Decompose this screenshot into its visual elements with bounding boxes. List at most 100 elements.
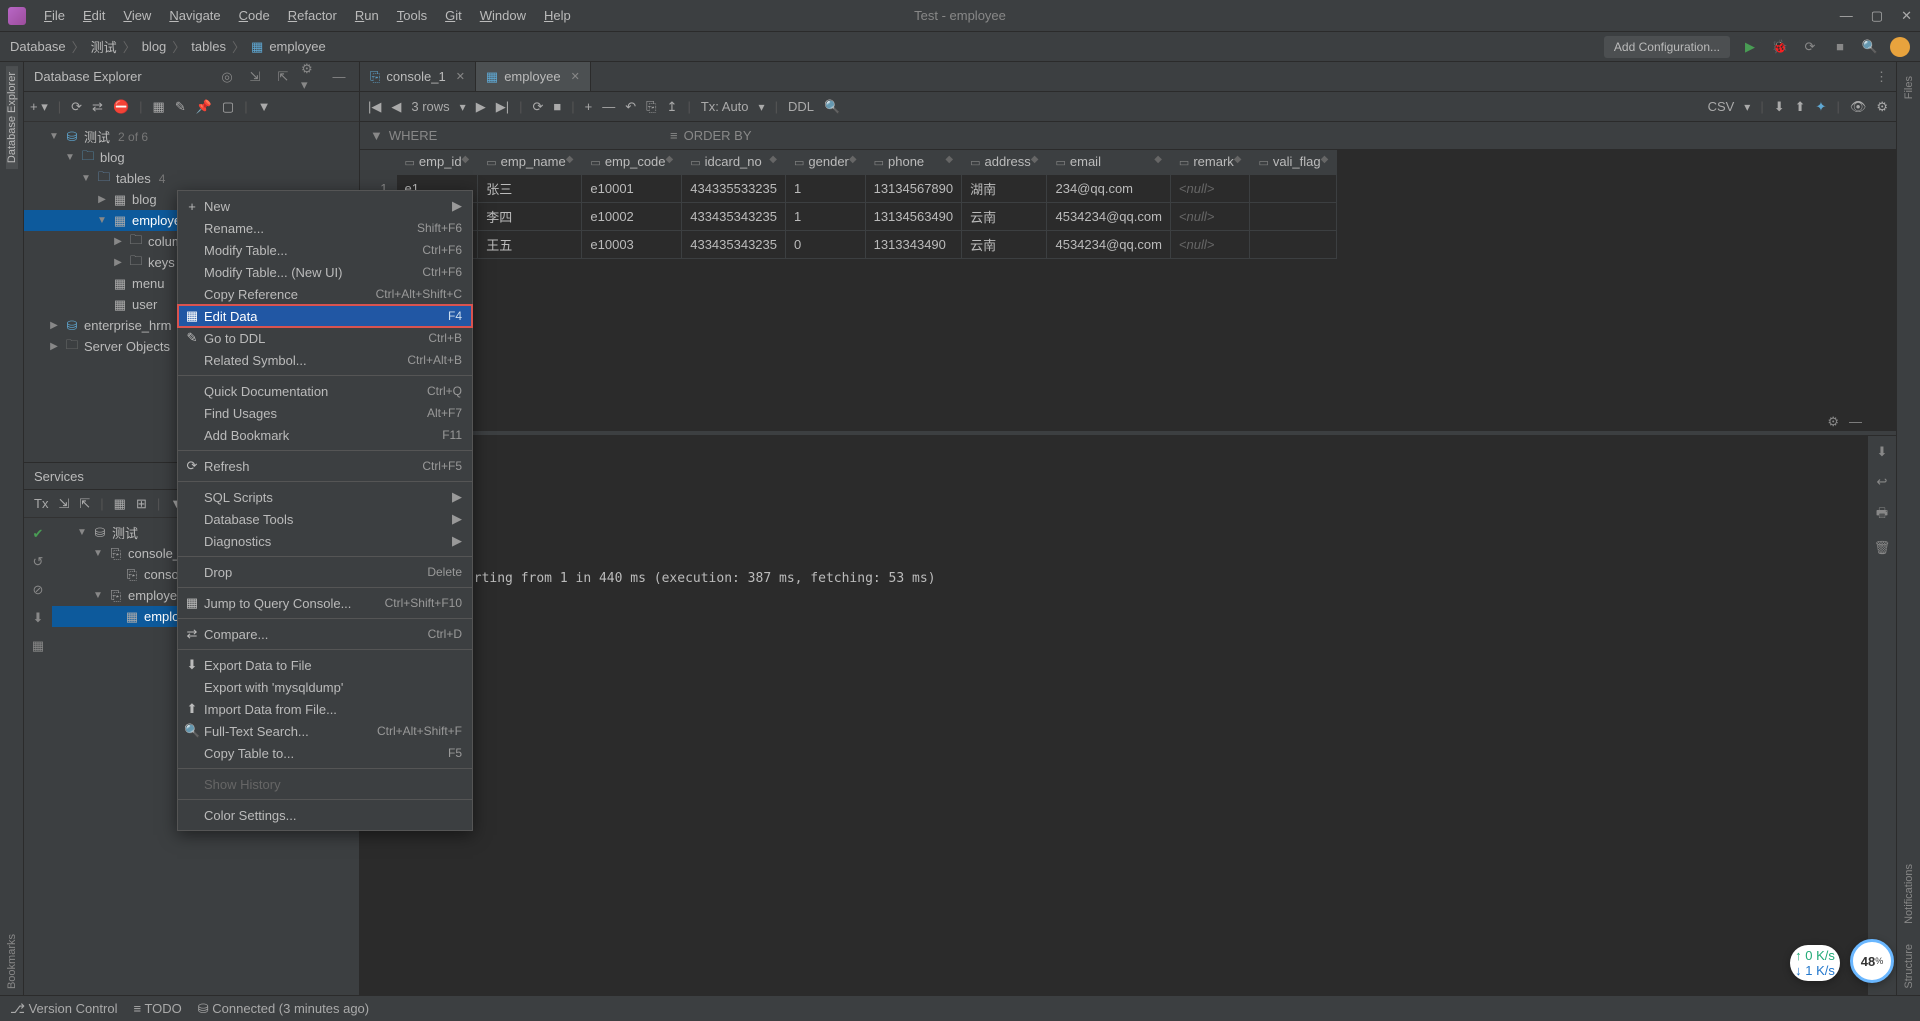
breadcrumb-item[interactable]: blog — [142, 39, 167, 54]
cm-import-data-from-file-[interactable]: ⬆Import Data from File... — [178, 698, 472, 720]
prev-page-icon[interactable]: ◀ — [391, 99, 401, 115]
ddl-button[interactable]: DDL — [788, 99, 814, 114]
cm-edit-data[interactable]: ▦Edit DataF4 — [178, 305, 472, 327]
add-configuration-button[interactable]: Add Configuration... — [1604, 36, 1730, 58]
breadcrumb-item[interactable]: tables — [191, 39, 226, 54]
cm-find-usages[interactable]: Find UsagesAlt+F7 — [178, 402, 472, 424]
col-emp_code[interactable]: ▭emp_code◆ — [582, 150, 682, 174]
grid-settings-icon[interactable]: ⚙ — [1876, 99, 1888, 115]
cm-new[interactable]: +New▶ — [178, 195, 472, 217]
view-mode-icon[interactable]: 👁 — [1850, 99, 1867, 115]
edit-icon[interactable]: ✎ — [175, 99, 186, 115]
add-row-icon[interactable]: + — [585, 99, 593, 114]
commit-icon[interactable]: ↥ — [667, 99, 678, 115]
cm-go-to-ddl[interactable]: ✎Go to DDLCtrl+B — [178, 327, 472, 349]
minimize-icon[interactable]: — — [1840, 8, 1853, 24]
sort-icon[interactable]: ≡ — [670, 128, 678, 143]
refresh-icon[interactable]: ⟳ — [71, 99, 82, 115]
menu-file[interactable]: File — [36, 4, 73, 27]
tab-employee[interactable]: ▦employee✕ — [476, 62, 591, 91]
cm-copy-table-to-[interactable]: Copy Table to...F5 — [178, 742, 472, 764]
output-gear-icon[interactable]: ⚙ — [1827, 414, 1839, 430]
menu-run[interactable]: Run — [347, 4, 387, 27]
col-gender[interactable]: ▭gender◆ — [786, 150, 866, 174]
tabs-more-icon[interactable]: ⋮ — [1875, 69, 1888, 85]
search-icon[interactable]: 🔍 — [1860, 37, 1880, 57]
cm-refresh[interactable]: ⟳RefreshCtrl+F5 — [178, 455, 472, 477]
tree-item-tables[interactable]: ▼🗀tables4 — [24, 168, 359, 189]
cm-sql-scripts[interactable]: SQL Scripts▶ — [178, 486, 472, 508]
rail-database-explorer[interactable]: Database Explorer — [6, 66, 18, 169]
services-tree-icon[interactable]: ⊞ — [136, 496, 147, 512]
col-email[interactable]: ▭email◆ — [1047, 150, 1170, 174]
col-emp_name[interactable]: ▭emp_name◆ — [478, 150, 582, 174]
cm-modify-table-[interactable]: Modify Table...Ctrl+F6 — [178, 239, 472, 261]
table-row[interactable]: 2李四e10002433435343235113134563490云南45342… — [360, 202, 1337, 230]
cm-export-data-to-file[interactable]: ⬇Export Data to File — [178, 654, 472, 676]
reload-icon[interactable]: ⟳ — [532, 99, 543, 115]
import-icon[interactable]: ⬆ — [1795, 99, 1806, 115]
breadcrumb-item[interactable]: 测试 — [91, 37, 117, 56]
menu-window[interactable]: Window — [472, 4, 534, 27]
gear-icon[interactable]: ⚙ ▾ — [301, 67, 321, 87]
maximize-icon[interactable]: ▢ — [1871, 8, 1883, 24]
menu-git[interactable]: Git — [437, 4, 470, 27]
menu-view[interactable]: View — [115, 4, 159, 27]
services-ok-icon[interactable]: ✔ — [33, 526, 44, 542]
clone-icon[interactable]: ⎘ — [646, 99, 656, 115]
cm-drop[interactable]: DropDelete — [178, 561, 472, 583]
services-grid-icon[interactable]: ▦ — [32, 638, 44, 654]
ai-icon[interactable]: ✦ — [1816, 99, 1827, 115]
filter-icon[interactable]: ▼ — [370, 128, 383, 143]
rows-label[interactable]: 3 rows — [411, 99, 449, 114]
output-wrap-icon[interactable]: ↩ — [1877, 474, 1888, 490]
vcs-widget[interactable]: ⎇ Version Control — [10, 1001, 117, 1017]
tx-mode[interactable]: Tx: Auto — [701, 99, 749, 114]
remove-row-icon[interactable]: — — [602, 99, 615, 114]
cm-add-bookmark[interactable]: Add BookmarkF11 — [178, 424, 472, 446]
tab-close-icon[interactable]: ✕ — [456, 70, 465, 83]
revert-icon[interactable]: ↶ — [625, 99, 636, 115]
cm-color-settings-[interactable]: Color Settings... — [178, 804, 472, 826]
csv-dropdown[interactable]: CSV — [1708, 99, 1735, 114]
rail-files[interactable]: Files — [1903, 70, 1915, 105]
menu-refactor[interactable]: Refactor — [280, 4, 345, 27]
todo-widget[interactable]: ≡ TODO — [133, 1001, 181, 1016]
cm-rename-[interactable]: Rename...Shift+F6 — [178, 217, 472, 239]
first-page-icon[interactable]: |◀ — [368, 99, 381, 115]
target-icon[interactable]: ◎ — [217, 67, 237, 87]
tree-item-测试[interactable]: ▼⛁测试2 of 6 — [24, 126, 359, 147]
pin-icon[interactable]: 📌 — [196, 99, 212, 115]
table-row[interactable]: 1e1张三e10001434335533235113134567890湖南234… — [360, 174, 1337, 202]
col-address[interactable]: ▭address◆ — [962, 150, 1047, 174]
table-row[interactable]: 3王五e1000343343534323501313343490云南453423… — [360, 230, 1337, 258]
view-icon[interactable]: ▢ — [222, 99, 234, 115]
services-export-icon[interactable]: ⬇ — [33, 610, 44, 626]
stop-sync-icon[interactable]: ⛔ — [113, 99, 129, 115]
col-remark[interactable]: ▭remark◆ — [1170, 150, 1250, 174]
menu-tools[interactable]: Tools — [389, 4, 435, 27]
cm-export-with-mysqldump-[interactable]: Export with 'mysqldump' — [178, 676, 472, 698]
close-icon[interactable]: ✕ — [1901, 8, 1912, 24]
rail-structure[interactable]: Structure — [1903, 938, 1915, 995]
next-page-icon[interactable]: ▶ — [476, 99, 486, 115]
output-hide-icon[interactable]: — — [1849, 414, 1862, 430]
data-grid[interactable]: ▭emp_id◆▭emp_name◆▭emp_code◆▭idcard_no◆▭… — [360, 150, 1896, 430]
cm-database-tools[interactable]: Database Tools▶ — [178, 508, 472, 530]
services-commit-icon[interactable]: ⇲ — [58, 496, 69, 512]
breadcrumb-item[interactable]: employee — [269, 39, 325, 54]
cm-full-text-search-[interactable]: 🔍Full-Text Search...Ctrl+Alt+Shift+F — [178, 720, 472, 742]
collapse-icon[interactable]: ⇱ — [273, 67, 293, 87]
new-icon[interactable]: + ▾ — [30, 99, 48, 115]
menu-navigate[interactable]: Navigate — [161, 4, 228, 27]
run-icon[interactable]: ▶ — [1740, 37, 1760, 57]
order-label[interactable]: ORDER BY — [684, 128, 752, 143]
table-icon[interactable]: ▦ — [153, 99, 165, 115]
tab-console_1[interactable]: ⎘console_1✕ — [360, 62, 476, 91]
stop-icon[interactable]: ■ — [1830, 37, 1850, 57]
cm-jump-to-query-console-[interactable]: ▦Jump to Query Console...Ctrl+Shift+F10 — [178, 592, 472, 614]
services-layout-icon[interactable]: ▦ — [114, 496, 126, 512]
output-scroll-icon[interactable]: ⬇ — [1877, 444, 1888, 460]
export-icon[interactable]: ⬇ — [1774, 99, 1785, 115]
tab-close-icon[interactable]: ✕ — [571, 70, 580, 83]
